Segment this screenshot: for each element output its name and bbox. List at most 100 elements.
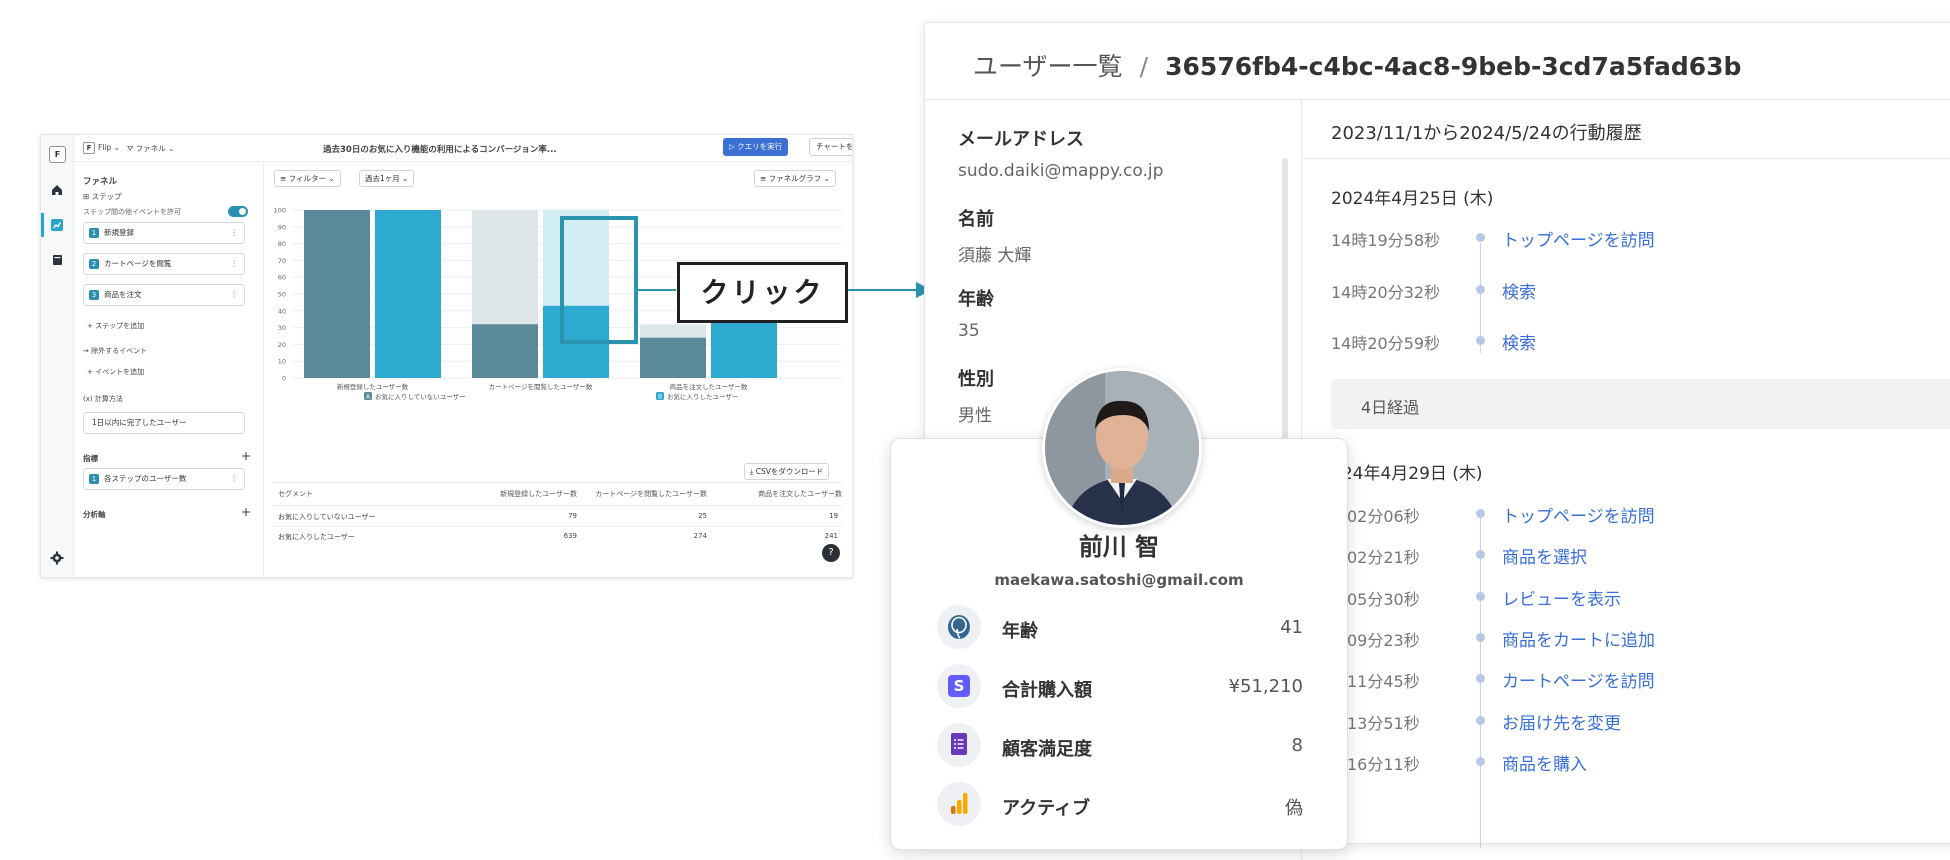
stripe-icon: S — [937, 664, 981, 708]
graph-type-select[interactable]: ≡ ファネルグラフ ⌄ — [754, 170, 836, 187]
event-link[interactable]: 商品をカートに追加 — [1502, 626, 1655, 651]
settings-gear-icon[interactable] — [50, 551, 64, 565]
profile-row-label: 顧客満足度 — [1002, 739, 1092, 760]
add-step-link[interactable]: + ステップを追加 — [87, 321, 144, 331]
profile-row-value: 偽 — [1285, 798, 1303, 819]
event-link[interactable]: 商品を選択 — [1502, 543, 1587, 568]
metric-item[interactable]: 1 各ステップのユーザー数 ⋮ — [83, 468, 245, 490]
field-label: 性別 — [958, 369, 994, 390]
app-logo[interactable]: F — [49, 146, 66, 163]
event-link[interactable]: カートページを訪問 — [1502, 667, 1655, 692]
steps-heading-label: ステップ — [91, 192, 122, 201]
event-link[interactable]: レビューを表示 — [1502, 585, 1621, 610]
bar — [304, 210, 370, 378]
history-title: 2023/11/1から2024/5/24の行動履歴 — [1331, 123, 1642, 144]
more-icon[interactable]: ⋮ — [231, 285, 239, 305]
breadcrumb-parent-link[interactable]: ユーザー一覧 — [973, 52, 1123, 81]
add-axis-icon[interactable]: + — [241, 505, 251, 519]
book-icon[interactable] — [50, 253, 64, 267]
y-tick-label: 90 — [278, 223, 286, 231]
y-tick-label: 30 — [278, 324, 286, 332]
period-select[interactable]: 過去1ヶ月 ⌄ — [359, 170, 415, 187]
field-value-name: 須藤 大輝 — [958, 246, 1032, 266]
timeline-dot — [1476, 550, 1485, 559]
funnel-menu[interactable]: ⛛ ファネル ⌄ — [127, 143, 174, 154]
postgres-icon — [937, 605, 981, 649]
bar — [472, 324, 538, 378]
allow-events-toggle[interactable] — [228, 206, 248, 217]
more-icon[interactable]: ⋮ — [231, 254, 239, 274]
home-icon[interactable] — [50, 183, 64, 197]
timeline-dot — [1476, 509, 1485, 518]
event-time: 14時20分32秒 — [1331, 283, 1441, 302]
avatar — [1042, 368, 1202, 528]
filter-button[interactable]: ≡ フィルター ⌄ — [274, 170, 341, 187]
event-time: 14時20分59秒 — [1331, 334, 1441, 353]
user-id: 36576fb4-c4bc-4ac8-9beb-3cd7a5fad63b — [1165, 52, 1742, 81]
filter-icon: ≡ — [760, 174, 769, 183]
table-header: カートページを閲覧したユーザー数 — [595, 490, 707, 498]
calc-method-select[interactable]: 1日以内に完了したユーザー — [83, 412, 245, 434]
day-heading: 024年4月29日 (木) — [1331, 464, 1483, 484]
step-item[interactable]: 2 カートページを閲覧 ⋮ — [83, 253, 245, 275]
step-number: 1 — [89, 228, 99, 238]
event-link[interactable]: トップページを訪問 — [1502, 226, 1655, 251]
plus-icon: + — [87, 368, 96, 376]
profile-row-label: 年齢 — [1002, 621, 1038, 642]
event-link[interactable]: トップページを訪問 — [1502, 502, 1655, 527]
chart-title[interactable]: 過去30日のお気に入り機能の利用によるコンバージョン率... — [323, 143, 557, 155]
gap-label: 4日経過 — [1361, 398, 1420, 417]
add-event-link[interactable]: + イベントを追加 — [87, 367, 144, 377]
more-icon[interactable]: ⋮ — [231, 469, 239, 489]
y-tick-label: 20 — [278, 341, 286, 349]
add-step-label: ステップを追加 — [95, 322, 145, 330]
table-cell: 25 — [698, 512, 707, 520]
step-label: 商品を注文 — [104, 290, 142, 299]
step-item[interactable]: 1 新規登録 ⋮ — [83, 222, 245, 244]
calc-heading-label: 計算方法 — [94, 395, 123, 403]
period-label: 過去1ヶ月 — [365, 174, 400, 183]
chevron-down-icon: ⌄ — [165, 144, 175, 153]
event-link[interactable]: 商品を購入 — [1502, 750, 1587, 775]
chart-icon[interactable] — [50, 218, 64, 232]
add-metric-icon[interactable]: + — [241, 449, 251, 463]
table-cell: 79 — [568, 512, 577, 520]
metric-label: 各ステップのユーザー数 — [104, 474, 187, 483]
csv-download-button[interactable]: ⤓ CSVをダウンロード — [744, 463, 830, 480]
chevron-down-icon: ⌄ — [111, 143, 120, 152]
event-link[interactable]: 検索 — [1502, 329, 1536, 354]
metric-number: 1 — [89, 474, 99, 484]
metric-heading: 指標 — [83, 454, 98, 463]
person-photo-icon — [1045, 371, 1199, 525]
step-number: 3 — [89, 290, 99, 300]
day-heading: 2024年4月25日 (木) — [1331, 189, 1494, 209]
profile-row-value: ¥51,210 — [1228, 676, 1303, 697]
run-query-button[interactable]: ▷ クエリを実行 — [723, 138, 789, 156]
legend-label: お気に入りしたユーザー — [667, 392, 738, 401]
run-query-label: クエリを実行 — [737, 142, 783, 151]
event-link[interactable]: お届け先を変更 — [1502, 709, 1621, 734]
calc-method-value: 1日以内に完了したユーザー — [92, 418, 187, 427]
table-header-segment: セグメント — [278, 490, 313, 498]
save-chart-button[interactable]: チャートを保存 — [809, 138, 852, 156]
funnel-app-screenshot: F F Flip ⌄ ⛛ ファネル ⌄ 過去30日のお気に入り機能の利用によるコ… — [40, 134, 853, 578]
more-icon[interactable]: ⋮ — [231, 223, 239, 243]
legend-label: お気に入りしていないユーザー — [375, 392, 466, 401]
variable-icon: (x) — [83, 395, 95, 403]
step-label: 新規登録 — [104, 228, 134, 237]
rail-active-indicator — [41, 213, 44, 237]
scrollbar[interactable] — [1282, 158, 1288, 458]
project-selector[interactable]: Flip ⌄ — [98, 143, 120, 152]
axis-heading: 分析軸 — [83, 510, 106, 519]
event-link[interactable]: 検索 — [1502, 278, 1536, 303]
step-label: カートページを閲覧 — [104, 259, 172, 268]
timeline-dot — [1476, 633, 1485, 642]
table-cell: 639 — [563, 532, 577, 540]
help-button[interactable]: ? — [822, 544, 840, 562]
field-value-gender: 男性 — [958, 406, 992, 426]
event-time: 14時19分58秒 — [1331, 231, 1441, 250]
plus-icon: + — [87, 322, 96, 330]
filter-label: フィルター — [288, 174, 327, 183]
calc-heading: (x) 計算方法 — [83, 394, 123, 404]
step-item[interactable]: 3 商品を注文 ⋮ — [83, 284, 245, 306]
